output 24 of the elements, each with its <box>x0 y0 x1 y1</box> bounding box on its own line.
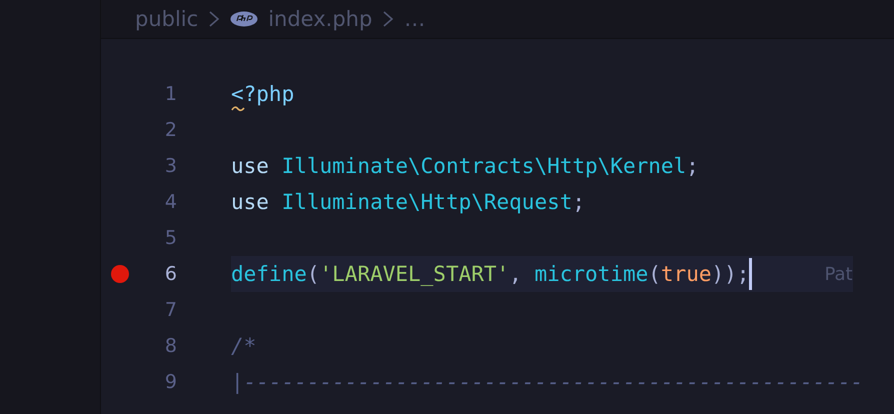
code-line: /* <box>231 334 256 358</box>
line-number: 5 <box>164 227 177 249</box>
inline-hint: Pat <box>824 264 853 284</box>
line-number: 2 <box>164 119 177 141</box>
line-number: 3 <box>164 155 177 177</box>
breakpoint-icon[interactable] <box>111 265 129 283</box>
breadcrumb-item[interactable]: index.php <box>268 5 372 33</box>
code-line: <?php <box>231 82 294 106</box>
breadcrumb-item[interactable]: public <box>135 5 198 33</box>
line-number: 7 <box>164 299 177 321</box>
code-line: |------------------------------------------------- <box>231 370 864 394</box>
breadcrumb-item[interactable]: … <box>404 5 426 33</box>
line-number: 4 <box>164 191 177 213</box>
line-number: 6 <box>164 263 177 285</box>
code-line: define('LARAVEL_START', microtime(true)); <box>231 262 750 286</box>
line-number: 9 <box>164 371 177 393</box>
code-line: use Illuminate\Contracts\Http\Kernel; <box>231 154 699 178</box>
chevron-right-icon <box>382 10 394 28</box>
line-number: 1 <box>164 83 177 105</box>
php-file-icon <box>230 11 258 27</box>
chevron-right-icon <box>208 10 220 28</box>
code-line: use Illuminate\Http\Request; <box>231 190 586 214</box>
line-number: 8 <box>164 335 177 357</box>
text-cursor <box>749 258 752 290</box>
